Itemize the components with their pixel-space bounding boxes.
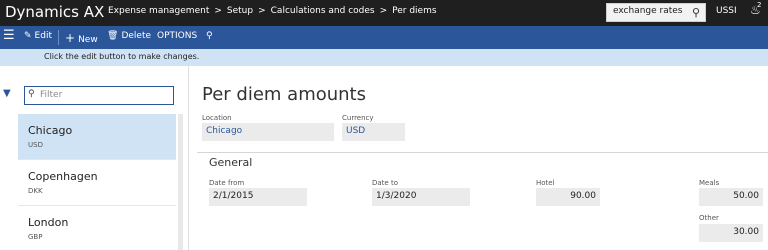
new-button[interactable]: + New: [65, 31, 98, 45]
list-item-chicago[interactable]: Chicago USD: [18, 114, 176, 160]
list-item-name: London: [28, 216, 69, 229]
page-title: Per diem amounts: [202, 84, 366, 105]
meals-label: Meals: [699, 179, 720, 187]
section-general-title[interactable]: General: [209, 156, 252, 169]
list-scrollbar[interactable]: [178, 114, 183, 250]
date-to-label: Date to: [372, 179, 398, 187]
list-item-currency: USD: [28, 141, 43, 149]
message-bar: Click the edit button to make changes.: [0, 49, 768, 66]
pencil-icon: ✎: [24, 31, 32, 41]
list-item-name: Copenhagen: [28, 170, 98, 183]
trash-icon: 🗑: [107, 31, 119, 41]
other-label: Other: [699, 214, 719, 222]
new-button-label: New: [78, 35, 98, 45]
currency-field[interactable]: USD: [342, 123, 405, 141]
list-item-currency: GBP: [28, 233, 43, 241]
details-pane: Per diem amounts Location Chicago Curren…: [188, 66, 768, 250]
search-icon: ⚲: [28, 89, 35, 99]
list-item-currency: DKK: [28, 187, 43, 195]
breadcrumb: Expense management > Setup > Calculations an…: [108, 6, 437, 16]
edit-button[interactable]: ✎ Edit: [24, 31, 52, 41]
list-item-copenhagen[interactable]: Copenhagen DKK: [18, 160, 176, 206]
breadcrumb-separator-icon: >: [379, 6, 388, 16]
meals-field[interactable]: 50.00: [699, 188, 763, 206]
search-icon[interactable]: ⚲: [692, 6, 700, 19]
list-pane: ⚲ Filter Chicago USD Copenhagen DKK Lond…: [18, 66, 183, 250]
delete-button-label: Delete: [121, 31, 152, 41]
breadcrumb-separator-icon: >: [214, 6, 222, 16]
breadcrumb-item-setup[interactable]: Setup: [227, 6, 253, 16]
other-field[interactable]: 30.00: [699, 224, 763, 242]
currency-label: Currency: [342, 114, 374, 122]
action-divider: [58, 30, 59, 45]
action-search-icon[interactable]: ⚲: [206, 31, 213, 41]
date-from-field[interactable]: 2/1/2015: [209, 188, 307, 206]
filter-pane-strip: ▼: [0, 66, 18, 250]
location-label: Location: [202, 114, 232, 122]
breadcrumb-item-calculations-and-codes[interactable]: Calculations and codes: [271, 6, 375, 16]
company-selector[interactable]: USSI: [716, 6, 737, 16]
message-text: Click the edit button to make changes.: [44, 52, 200, 61]
section-divider: [197, 152, 768, 153]
app-title[interactable]: Dynamics AX: [5, 3, 104, 21]
filter-funnel-icon[interactable]: ▼: [3, 88, 11, 99]
edit-button-label: Edit: [34, 31, 52, 41]
global-search-value: exchange rates: [613, 6, 683, 16]
plus-icon: +: [65, 31, 76, 45]
action-pane: ☰ ✎ Edit + New 🗑 Delete OPTIONS ⚲: [0, 26, 768, 49]
breadcrumb-item-per-diems: Per diems: [392, 6, 437, 16]
list-item-london[interactable]: London GBP: [18, 206, 176, 250]
hotel-label: Hotel: [536, 179, 555, 187]
delete-button[interactable]: 🗑 Delete: [107, 31, 151, 41]
date-to-field[interactable]: 1/3/2020: [372, 188, 470, 206]
filter-placeholder: Filter: [40, 90, 63, 100]
notification-count-badge: 2: [757, 1, 762, 9]
hotel-field[interactable]: 90.00: [536, 188, 600, 206]
top-navigation-bar: Dynamics AX Expense management > Setup > Cal…: [0, 0, 768, 26]
list-item-name: Chicago: [28, 124, 73, 137]
filter-input[interactable]: ⚲ Filter: [24, 86, 174, 105]
breadcrumb-separator-icon: >: [258, 6, 266, 16]
date-from-label: Date from: [209, 179, 245, 187]
hamburger-menu-icon[interactable]: ☰: [3, 28, 15, 43]
global-search-input[interactable]: exchange rates ⚲: [606, 3, 706, 22]
location-field[interactable]: Chicago: [202, 123, 334, 141]
breadcrumb-item-expense-management[interactable]: Expense management: [108, 6, 209, 16]
options-tab[interactable]: OPTIONS: [157, 31, 197, 41]
